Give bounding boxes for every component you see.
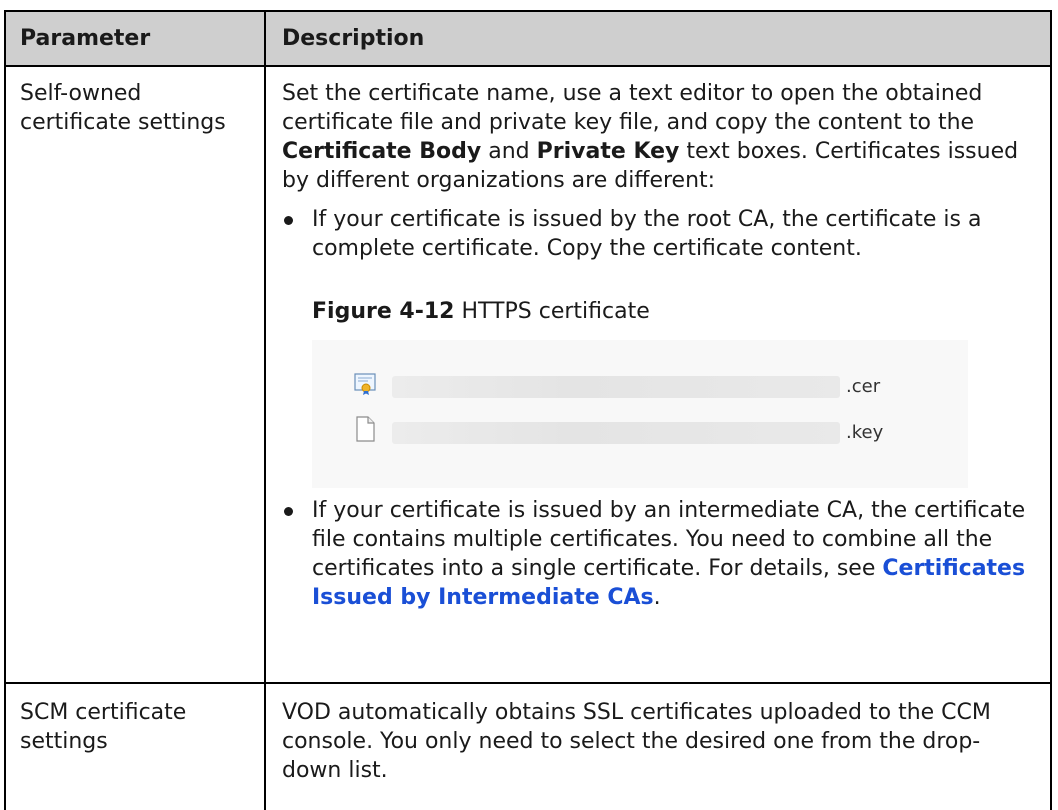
file-extension-key: .key xyxy=(846,422,884,443)
list-item: If your certificate is issued by the roo… xyxy=(282,205,1036,263)
param-self-owned: Self-owned certificate settings xyxy=(4,65,266,684)
intro-paragraph: Set the certificate name, use a text edi… xyxy=(282,79,1036,195)
certificate-body-term: Certificate Body xyxy=(282,139,482,164)
desc-self-owned: Set the certificate name, use a text edi… xyxy=(264,65,1052,684)
bullet-icon xyxy=(284,507,293,516)
figure-title: HTTPS certificate xyxy=(454,299,650,324)
header-description: Description xyxy=(264,10,1052,67)
figure-label: Figure 4-12 xyxy=(312,299,455,324)
figure-caption: Figure 4-12 HTTPS certificate xyxy=(312,297,1036,326)
table-header-row: Parameter Description xyxy=(4,10,1052,67)
file-extension-cer: .cer xyxy=(846,376,881,397)
intro-text: Set the certificate name, use a text edi… xyxy=(282,81,983,135)
https-certificate-figure: .cer .key xyxy=(312,340,968,488)
desc-scm: VOD automatically obtains SSL certificat… xyxy=(264,682,1052,810)
blurred-filename xyxy=(392,376,840,398)
private-key-term: Private Key xyxy=(536,139,680,164)
parameter-table: Parameter Description Self-owned certifi… xyxy=(4,10,1052,810)
param-scm: SCM certificate settings xyxy=(4,682,266,810)
intro-text-and: and xyxy=(481,139,537,164)
table-row: Self-owned certificate settings Set the … xyxy=(4,65,1052,684)
blurred-filename xyxy=(392,422,840,444)
bullet-root-ca-text: If your certificate is issued by the roo… xyxy=(312,207,982,261)
table-row: SCM certificate settings VOD automatical… xyxy=(4,682,1052,810)
header-parameter: Parameter xyxy=(4,10,266,67)
bullet-period: . xyxy=(653,585,661,610)
list-item: If your certificate is issued by an inte… xyxy=(282,496,1036,612)
bullet-icon xyxy=(284,216,293,225)
